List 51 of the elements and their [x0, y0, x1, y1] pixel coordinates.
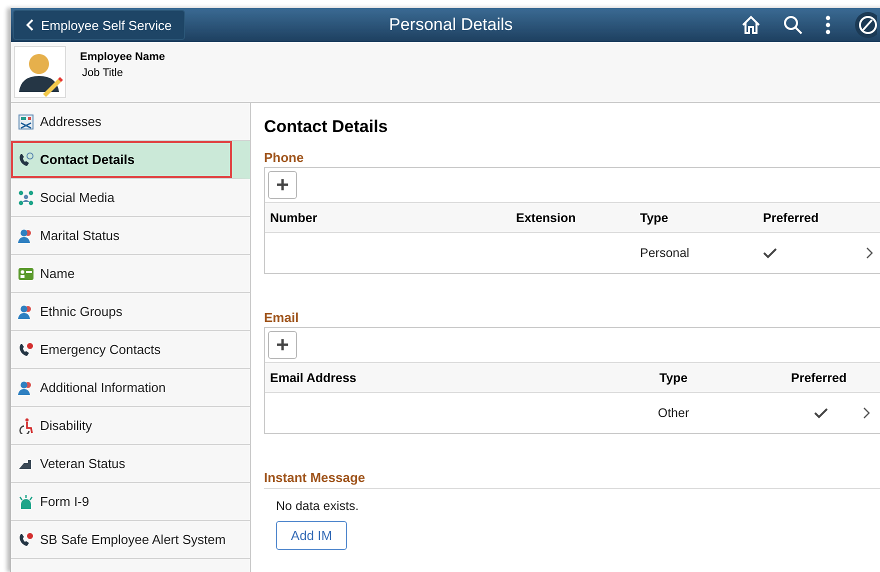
sidebar-item[interactable]: SB Safe Employee Alert System: [11, 521, 250, 559]
sidebar-item[interactable]: Additional Information: [11, 369, 250, 407]
column-header: Extension: [516, 210, 577, 224]
group-icon: [18, 304, 34, 320]
employee-name: Employee Name: [80, 51, 165, 63]
column-header: Preferred: [763, 210, 820, 224]
home-icon[interactable]: [741, 15, 761, 35]
column-header: Type: [640, 210, 670, 224]
id-card-icon: [18, 266, 34, 282]
column-header: Number: [270, 210, 318, 224]
back-button[interactable]: Employee Self Service: [13, 10, 185, 40]
empty-message: No data exists.: [276, 499, 360, 513]
add-button[interactable]: +: [268, 171, 297, 199]
table-cell-text: Other: [656, 406, 690, 420]
sidebar-item[interactable]: Name: [11, 255, 250, 293]
address-card-icon: [18, 114, 34, 130]
page-title: Personal Details: [389, 15, 513, 35]
sidebar-item[interactable]: Emergency Contacts: [11, 331, 250, 369]
sidebar-item[interactable]: Social Media: [11, 179, 250, 217]
section-heading: Instant Message: [264, 470, 366, 485]
add-im-button[interactable]: Add IM: [276, 521, 347, 550]
sidebar-item[interactable]: Disability: [11, 407, 250, 445]
sidebar-item[interactable]: Veteran Status: [11, 445, 250, 483]
sidebar-item[interactable]: Contact Details: [11, 141, 250, 179]
phone-icon: [18, 152, 34, 168]
section-heading: Phone: [264, 150, 305, 165]
avatar-icon: [14, 46, 66, 98]
network-icon: [18, 190, 34, 206]
table-row[interactable]: Personal: [265, 233, 880, 273]
more-icon[interactable]: [825, 15, 831, 35]
chevron-right-icon: [866, 247, 873, 259]
column-header: Preferred: [790, 370, 848, 384]
section-heading: Email: [264, 310, 300, 325]
chevron-right-icon: [863, 407, 870, 419]
column-header: Email Address: [270, 370, 358, 384]
table-row[interactable]: Other: [265, 393, 880, 433]
phone-icon: [18, 532, 34, 548]
section-title: Contact Details: [264, 117, 389, 137]
sidebar-item[interactable]: Marital Status: [11, 217, 250, 255]
wheelchair-icon: [18, 418, 34, 434]
search-icon[interactable]: [783, 15, 803, 35]
sidebar-item[interactable]: Form I-9: [11, 483, 250, 521]
column-header: Type: [658, 370, 689, 384]
phone-icon: [18, 342, 34, 358]
add-button[interactable]: +: [268, 331, 297, 359]
sidebar-item[interactable]: Ethnic Groups: [11, 293, 250, 331]
table-cell-text: Personal: [640, 246, 690, 260]
job-title: Job Title: [81, 67, 124, 79]
beacon-icon: [18, 494, 34, 510]
chevron-left-icon: [26, 19, 34, 31]
people-icon: [18, 228, 34, 244]
